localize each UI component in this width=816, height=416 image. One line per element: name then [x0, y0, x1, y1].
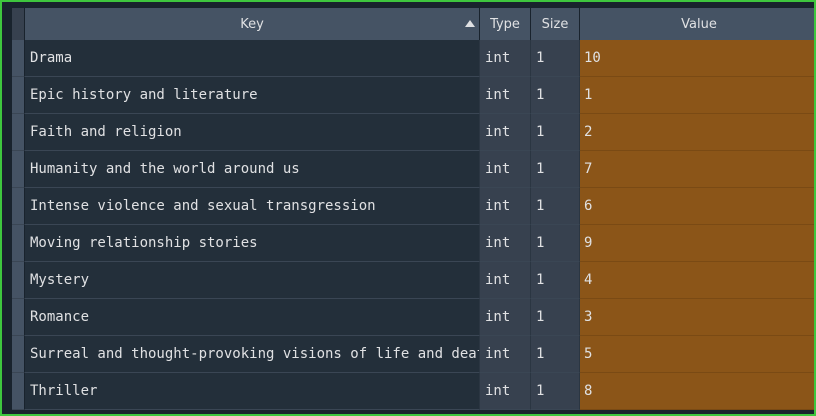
row-header[interactable]: [12, 373, 25, 410]
cell-size[interactable]: 1: [531, 336, 580, 373]
table-row[interactable]: Mystery int 1 4: [12, 262, 814, 299]
table-row[interactable]: Faith and religion int 1 2: [12, 114, 814, 151]
cell-size[interactable]: 1: [531, 225, 580, 262]
cell-type[interactable]: int: [480, 336, 531, 373]
cell-size[interactable]: 1: [531, 114, 580, 151]
cell-type[interactable]: int: [480, 373, 531, 410]
cell-size[interactable]: 1: [531, 77, 580, 114]
table-row[interactable]: Humanity and the world around us int 1 7: [12, 151, 814, 188]
cell-value[interactable]: 2: [580, 114, 814, 151]
cell-value[interactable]: 3: [580, 299, 814, 336]
row-header[interactable]: [12, 114, 25, 151]
cell-value[interactable]: 4: [580, 262, 814, 299]
cell-key[interactable]: Thriller: [25, 373, 480, 410]
header-key-label: Key: [240, 16, 264, 32]
cell-type[interactable]: int: [480, 151, 531, 188]
table-row[interactable]: Epic history and literature int 1 1: [12, 77, 814, 114]
table-row[interactable]: Surreal and thought-provoking visions of…: [12, 336, 814, 373]
cell-type[interactable]: int: [480, 114, 531, 151]
row-header[interactable]: [12, 151, 25, 188]
variable-explorer-window: Key Type Size Value Drama int 1 10 Epic hist…: [0, 0, 816, 416]
cell-type[interactable]: int: [480, 225, 531, 262]
header-size-label: Size: [541, 16, 569, 32]
cell-size[interactable]: 1: [531, 40, 580, 77]
cell-type[interactable]: int: [480, 299, 531, 336]
cell-value[interactable]: 10: [580, 40, 814, 77]
cell-value[interactable]: 8: [580, 373, 814, 410]
cell-key[interactable]: Intense violence and sexual transgressio…: [25, 188, 480, 225]
cell-key[interactable]: Epic history and literature: [25, 77, 480, 114]
cell-value[interactable]: 7: [580, 151, 814, 188]
table-header: Key Type Size Value: [12, 8, 814, 40]
header-corner: [12, 8, 25, 40]
cell-key[interactable]: Moving relationship stories: [25, 225, 480, 262]
row-header[interactable]: [12, 40, 25, 77]
table-row[interactable]: Romance int 1 3: [12, 299, 814, 336]
cell-size[interactable]: 1: [531, 299, 580, 336]
row-header[interactable]: [12, 336, 25, 373]
cell-value[interactable]: 1: [580, 77, 814, 114]
table-row[interactable]: Drama int 1 10: [12, 40, 814, 77]
header-type[interactable]: Type: [480, 8, 531, 40]
table-row[interactable]: Moving relationship stories int 1 9: [12, 225, 814, 262]
cell-type[interactable]: int: [480, 77, 531, 114]
table-row[interactable]: Intense violence and sexual transgressio…: [12, 188, 814, 225]
header-type-label: Type: [490, 16, 520, 32]
table-body: Drama int 1 10 Epic history and literature in…: [12, 40, 814, 410]
cell-key[interactable]: Drama: [25, 40, 480, 77]
cell-size[interactable]: 1: [531, 188, 580, 225]
cell-key[interactable]: Mystery: [25, 262, 480, 299]
cell-value[interactable]: 6: [580, 188, 814, 225]
header-value[interactable]: Value: [580, 8, 814, 40]
row-header[interactable]: [12, 188, 25, 225]
sort-ascending-icon: [465, 20, 475, 27]
table-row[interactable]: Thriller int 1 8: [12, 373, 814, 410]
header-key[interactable]: Key: [25, 8, 480, 40]
cell-value[interactable]: 9: [580, 225, 814, 262]
cell-size[interactable]: 1: [531, 262, 580, 299]
cell-type[interactable]: int: [480, 188, 531, 225]
cell-key[interactable]: Surreal and thought-provoking visions of…: [25, 336, 480, 373]
header-size[interactable]: Size: [531, 8, 580, 40]
header-value-label: Value: [681, 16, 717, 32]
cell-type[interactable]: int: [480, 40, 531, 77]
cell-type[interactable]: int: [480, 262, 531, 299]
cell-size[interactable]: 1: [531, 373, 580, 410]
cell-key[interactable]: Faith and religion: [25, 114, 480, 151]
cell-key[interactable]: Humanity and the world around us: [25, 151, 480, 188]
row-header[interactable]: [12, 262, 25, 299]
row-header[interactable]: [12, 299, 25, 336]
row-header[interactable]: [12, 225, 25, 262]
row-header[interactable]: [12, 77, 25, 114]
cell-value[interactable]: 5: [580, 336, 814, 373]
cell-size[interactable]: 1: [531, 151, 580, 188]
cell-key[interactable]: Romance: [25, 299, 480, 336]
